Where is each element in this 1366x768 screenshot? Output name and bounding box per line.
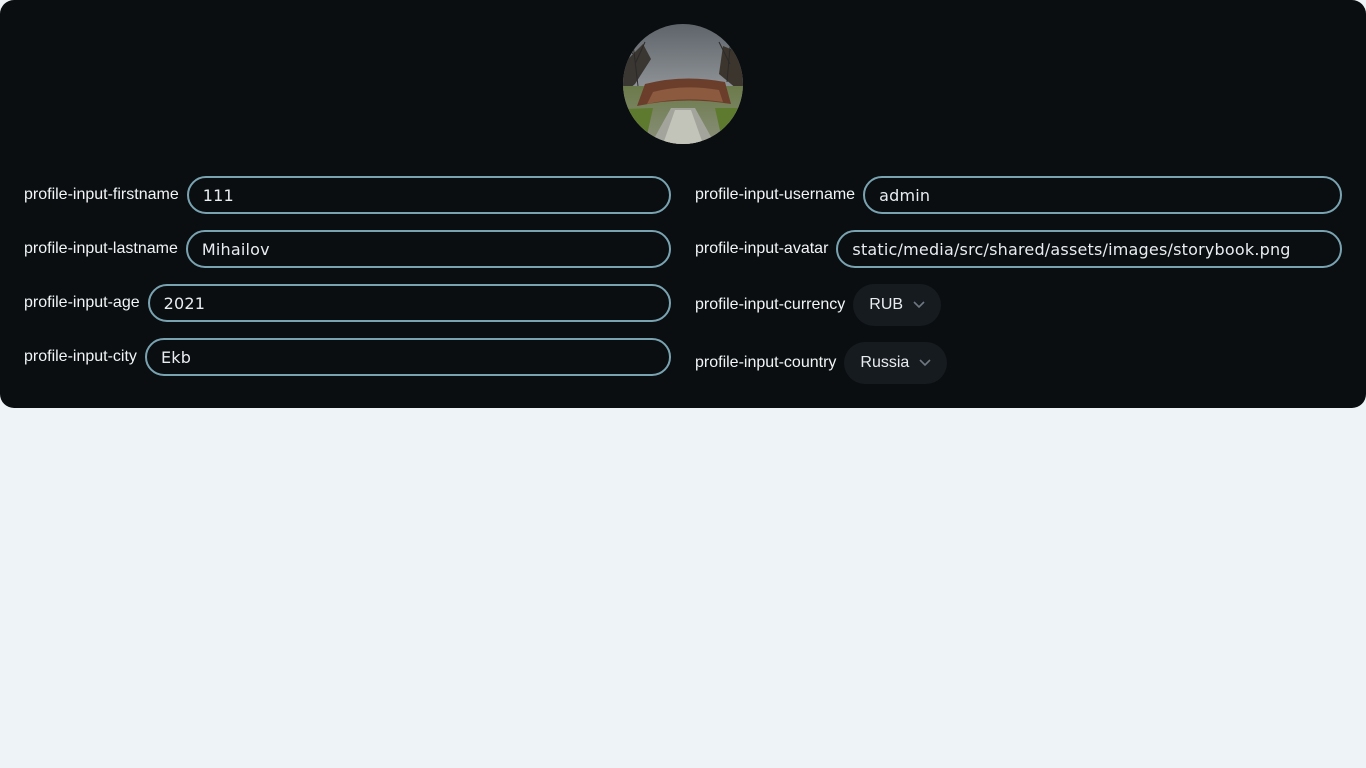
avatar-url-label: profile-input-avatar — [695, 240, 829, 257]
age-label: profile-input-age — [24, 294, 140, 311]
firstname-label: profile-input-firstname — [24, 186, 179, 203]
city-row: profile-input-city Ekb — [24, 338, 671, 376]
country-label: profile-input-country — [695, 354, 837, 371]
currency-label: profile-input-currency — [695, 296, 846, 313]
country-select[interactable]: Russia — [844, 342, 948, 384]
username-input[interactable]: admin — [863, 176, 1342, 214]
avatar-url-row: profile-input-avatar static/media/src/sh… — [695, 230, 1342, 268]
avatar-url-input[interactable]: static/media/src/shared/assets/images/st… — [836, 230, 1342, 268]
country-value: Russia — [860, 354, 910, 371]
age-row: profile-input-age 2021 — [24, 284, 671, 322]
avatar — [623, 24, 743, 144]
city-input[interactable]: Ekb — [144, 338, 671, 376]
currency-row: profile-input-currency RUB — [695, 284, 1342, 326]
currency-value: RUB — [869, 296, 904, 313]
profile-card: profile-input-firstname 111 profile-inpu… — [0, 0, 1366, 408]
firstname-row: profile-input-firstname 111 — [24, 176, 671, 214]
city-label: profile-input-city — [24, 348, 137, 365]
currency-select[interactable]: RUB — [853, 284, 942, 326]
profile-form-right: profile-input-username admin profile-inp… — [695, 176, 1342, 400]
username-label: profile-input-username — [695, 186, 856, 203]
age-input[interactable]: 2021 — [147, 284, 671, 322]
lastname-label: profile-input-lastname — [24, 240, 178, 257]
lastname-input[interactable]: Mihailov — [185, 230, 671, 268]
avatar-image — [623, 24, 743, 144]
username-row: profile-input-username admin — [695, 176, 1342, 214]
lastname-row: profile-input-lastname Mihailov — [24, 230, 671, 268]
profile-form-left: profile-input-firstname 111 profile-inpu… — [24, 176, 671, 392]
firstname-input[interactable]: 111 — [186, 176, 671, 214]
chevron-down-icon — [913, 301, 925, 309]
chevron-down-icon — [919, 359, 931, 367]
country-row: profile-input-country Russia — [695, 342, 1342, 384]
